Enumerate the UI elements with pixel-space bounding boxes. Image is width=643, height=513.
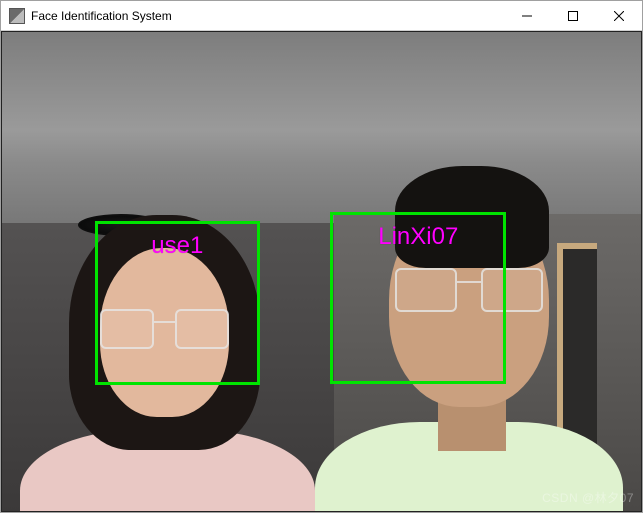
face-bbox: use1: [95, 221, 260, 385]
app-icon: [9, 8, 25, 24]
window-title: Face Identification System: [31, 9, 504, 23]
camera-feed: use1 LinXi07 CSDN @林夕07: [1, 31, 642, 512]
face-label: use1: [151, 232, 203, 260]
maximize-button[interactable]: [550, 1, 596, 30]
face-label: LinXi07: [378, 223, 458, 251]
close-button[interactable]: [596, 1, 642, 30]
app-window: Face Identification System: [0, 0, 643, 513]
face-bbox: LinXi07: [330, 212, 506, 384]
watermark-text: CSDN @林夕07: [542, 489, 634, 506]
titlebar[interactable]: Face Identification System: [1, 1, 642, 31]
minimize-button[interactable]: [504, 1, 550, 30]
client-area: use1 LinXi07 CSDN @林夕07: [1, 31, 642, 512]
window-controls: [504, 1, 642, 30]
